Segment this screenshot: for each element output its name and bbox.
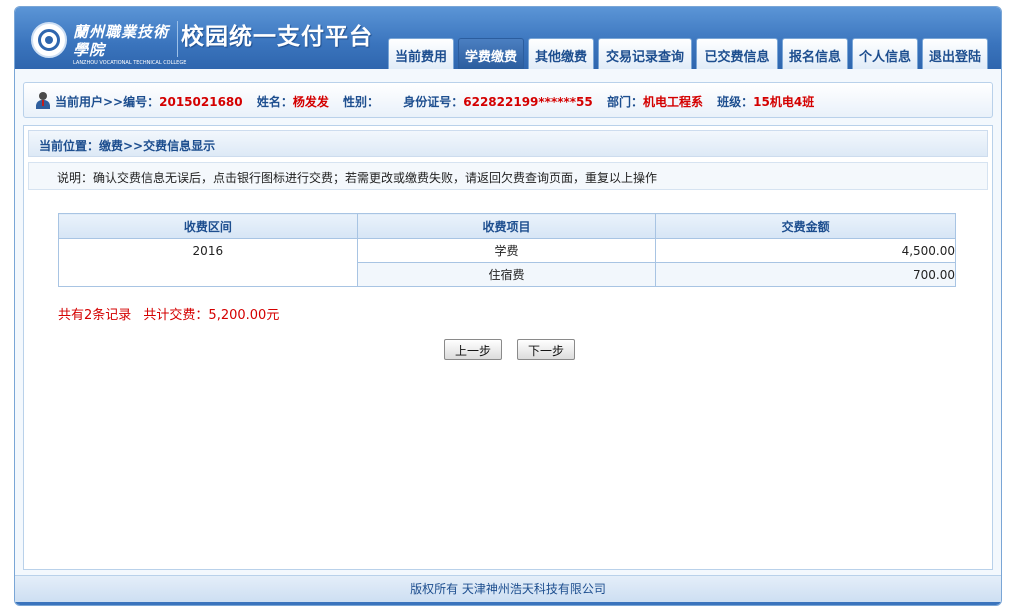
item-cell: 住宿费 — [356, 262, 657, 287]
tab-transaction-query[interactable]: 交易记录查询 — [598, 38, 692, 69]
user-gender-label: 性别： — [343, 95, 380, 109]
user-info-bar: 当前用户>>编号：2015021680 姓名：杨发发 性别： 身份证号：6228… — [23, 82, 993, 118]
app-frame: 蘭州職業技術學院 LANZHOU VOCATIONAL TECHNICAL CO… — [14, 6, 1002, 606]
tab-paid-info[interactable]: 已交费信息 — [696, 38, 778, 69]
user-name-label: 姓名： — [256, 95, 293, 109]
copyright-text: 版权所有 天津神州浩天科技有限公司 — [410, 582, 606, 596]
user-dept-value: 机电工程系 — [642, 95, 703, 109]
table-row: 2016 学费 4,500.00 — [58, 238, 956, 287]
user-class-value: 15机电4班 — [753, 95, 815, 109]
user-info-line: 当前用户>>编号：2015021680 姓名：杨发发 性别： 身份证号：6228… — [55, 93, 814, 110]
user-idcard-value: 622822199******55 — [463, 95, 593, 109]
amount-cell: 700.00 — [655, 262, 956, 287]
user-avatar-icon — [36, 92, 50, 109]
tab-personal-info[interactable]: 个人信息 — [852, 38, 918, 69]
school-seal-icon — [31, 22, 67, 58]
tab-logout[interactable]: 退出登陆 — [922, 38, 988, 69]
item-cell: 学费 — [356, 238, 657, 263]
next-step-button[interactable]: 下一步 — [517, 339, 575, 360]
school-logo-text: 蘭州職業技術學院 LANZHOU VOCATIONAL TECHNICAL CO… — [73, 23, 186, 66]
tab-tuition-payment[interactable]: 学费缴费 — [458, 38, 524, 69]
tab-registration-info[interactable]: 报名信息 — [782, 38, 848, 69]
amount-cell: 4,500.00 — [655, 238, 956, 263]
total-amount: 共计交费：5,200.00元 — [143, 308, 280, 323]
payment-summary: 共有2条记录 共计交费：5,200.00元 — [58, 304, 279, 323]
footer: 版权所有 天津神州浩天科技有限公司 — [15, 575, 1001, 605]
school-name: 蘭州職業技術學院 — [73, 23, 170, 59]
record-count: 共有2条记录 — [58, 308, 132, 323]
user-id-value: 2015021680 — [159, 95, 243, 109]
prev-step-button[interactable]: 上一步 — [444, 339, 502, 360]
tab-current-fees[interactable]: 当前费用 — [388, 38, 454, 69]
user-idcard-label: 身份证号： — [403, 95, 464, 109]
user-class-label: 班级： — [717, 95, 754, 109]
header-period: 收费区间 — [58, 213, 358, 239]
site-title: 校园统一支付平台 — [181, 24, 373, 50]
breadcrumb: 当前位置：缴费>>交费信息显示 — [28, 130, 988, 157]
fee-table: 收费区间 收费项目 交费金额 2016 学费 4,500.00 住宿费 700.… — [58, 213, 956, 287]
period-cell: 2016 — [58, 238, 358, 287]
user-name-value: 杨发发 — [292, 95, 329, 109]
fee-table-header: 收费区间 收费项目 交费金额 — [58, 213, 956, 239]
header-amount: 交费金额 — [655, 213, 956, 239]
header-item: 收费项目 — [356, 213, 657, 239]
school-name-en: LANZHOU VOCATIONAL TECHNICAL COLLEGE — [73, 60, 187, 66]
footer-strip — [15, 602, 1001, 605]
tab-other-payments[interactable]: 其他缴费 — [528, 38, 594, 69]
header-bar: 蘭州職業技術學院 LANZHOU VOCATIONAL TECHNICAL CO… — [15, 7, 1001, 69]
content-panel: 当前位置：缴费>>交费信息显示 说明：确认交费信息无误后，点击银行图标进行交费；… — [23, 125, 993, 570]
user-id-label: 当前用户>>编号： — [55, 95, 160, 109]
payment-notice: 说明：确认交费信息无误后，点击银行图标进行交费；若需更改或缴费失败，请返回欠费查… — [28, 162, 988, 190]
logo-divider — [177, 21, 178, 57]
user-dept-label: 部门： — [606, 95, 643, 109]
